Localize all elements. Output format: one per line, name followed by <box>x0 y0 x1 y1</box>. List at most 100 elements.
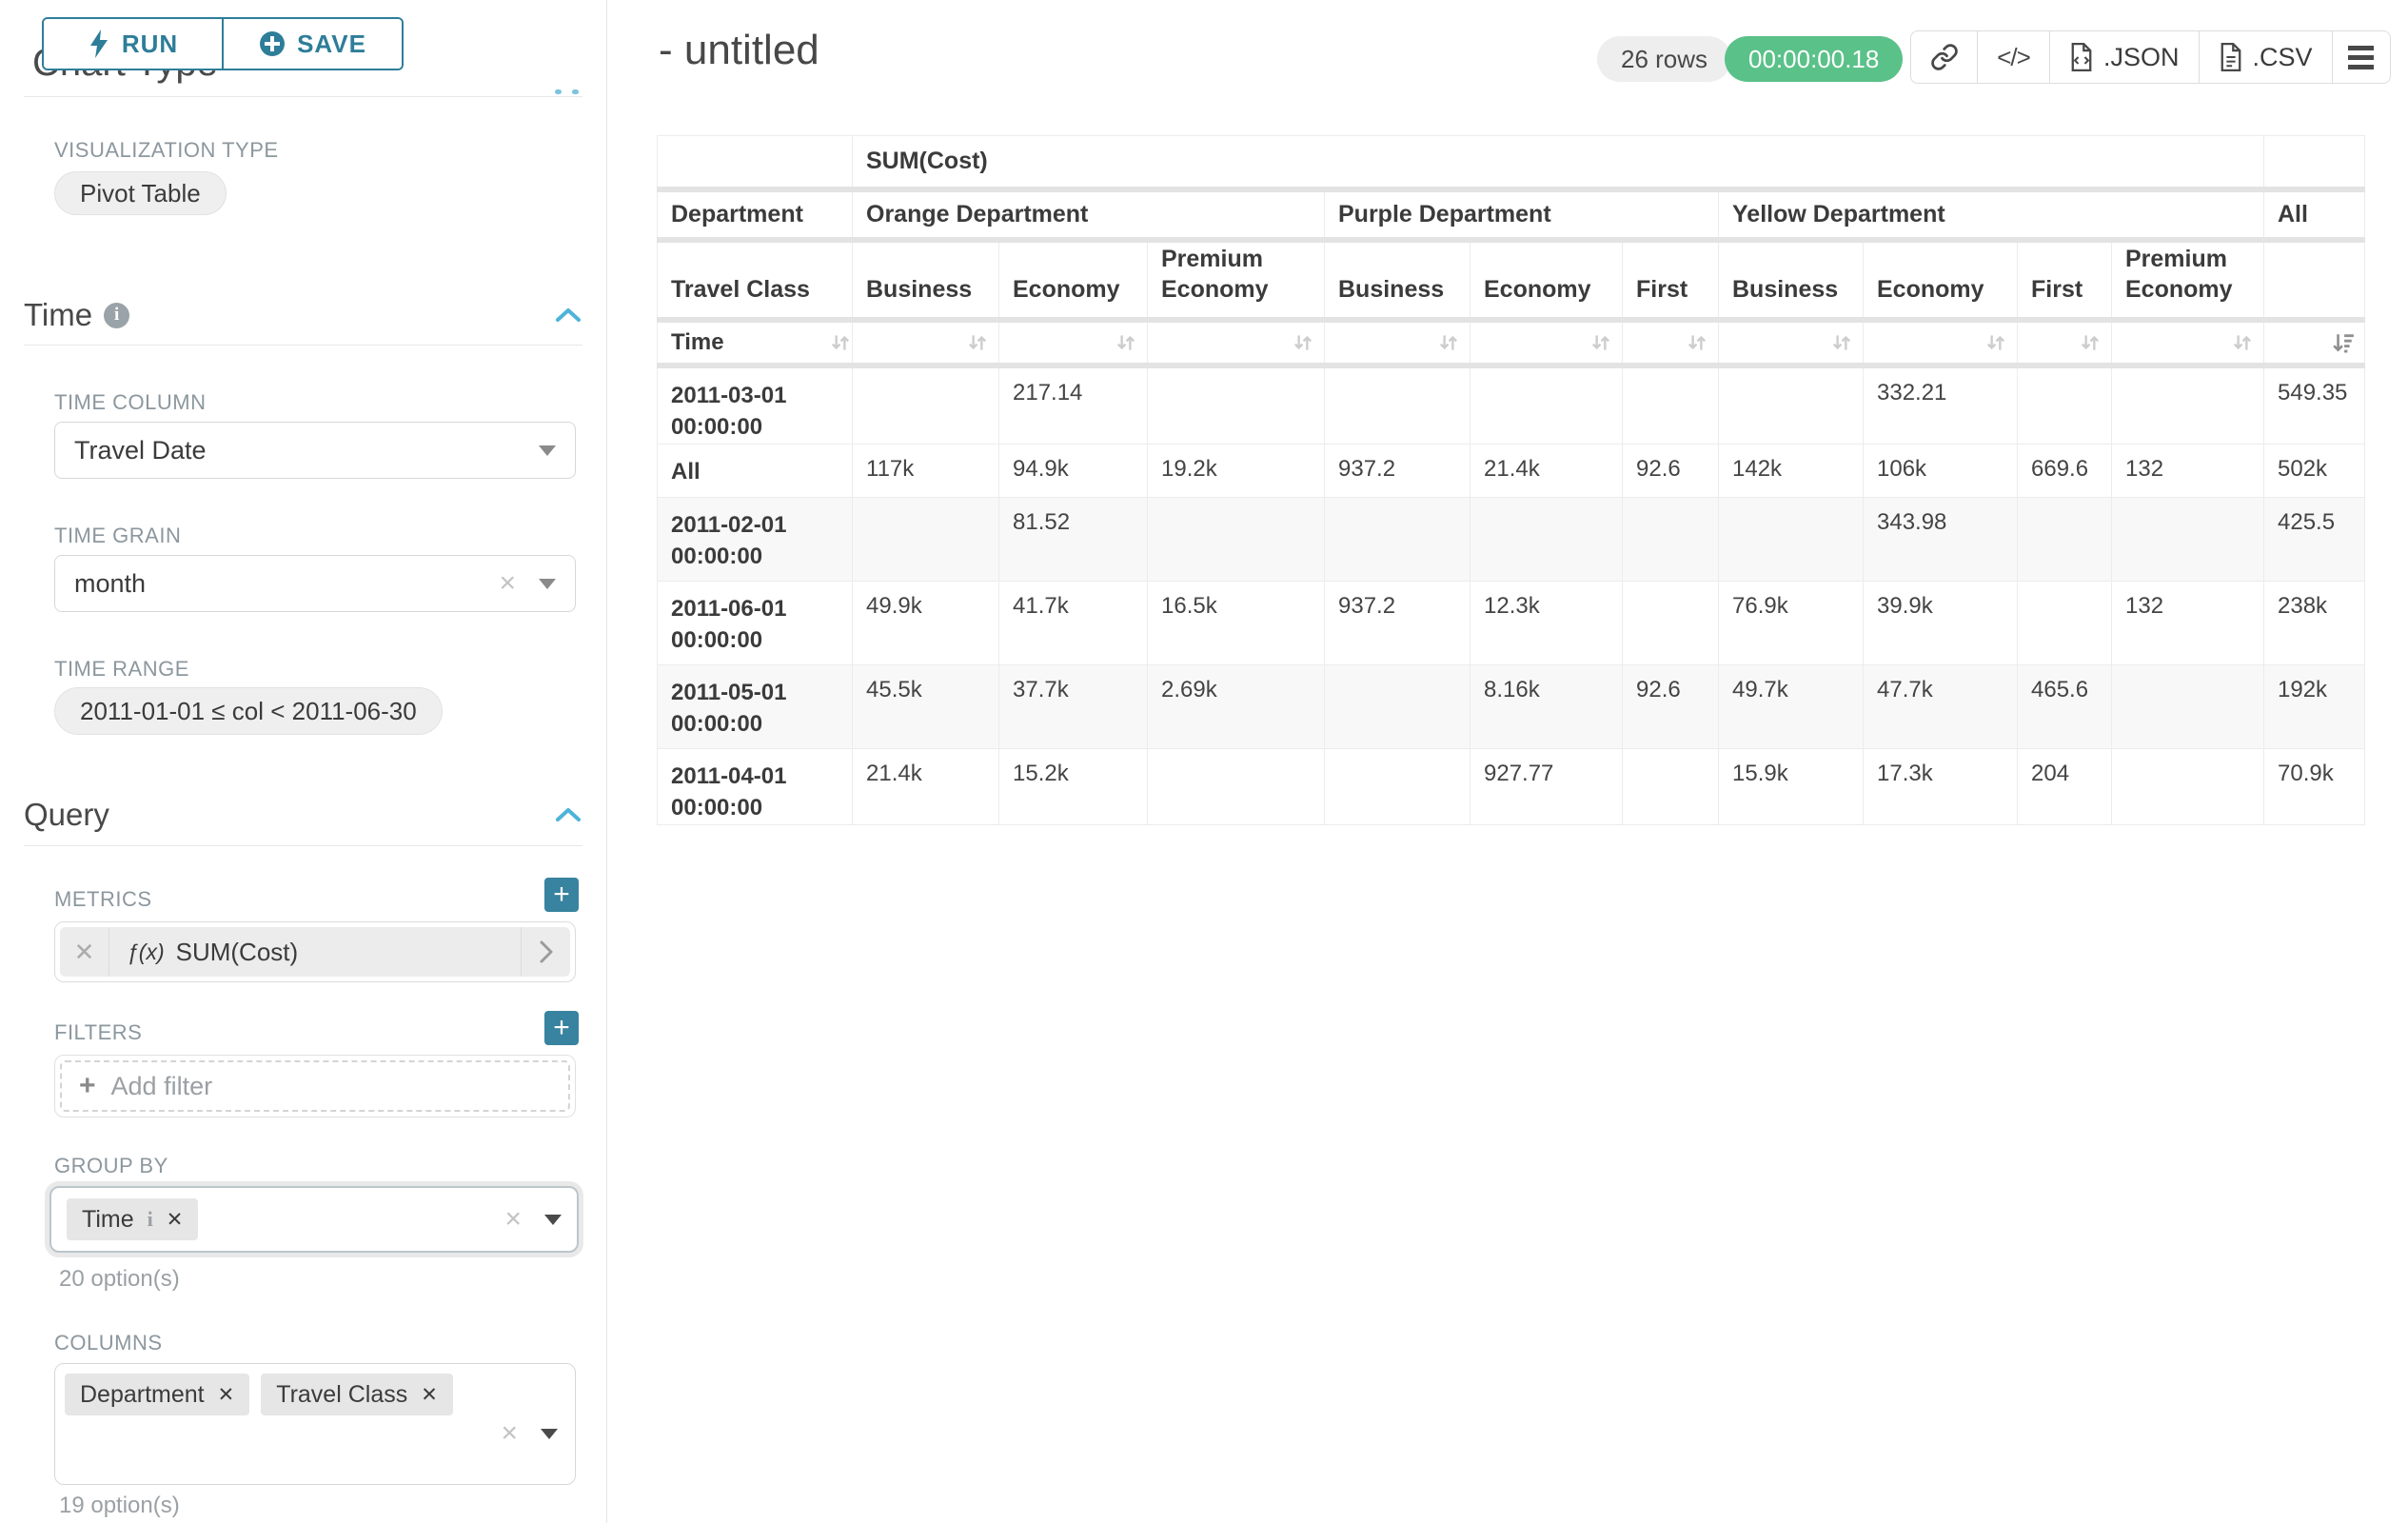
pivot-cell: 49.7k <box>1719 664 1864 748</box>
run-button-label: RUN <box>122 30 178 59</box>
sort-cell <box>2018 320 2112 366</box>
expand-metric-icon[interactable] <box>521 927 570 977</box>
columns-tag-label: Department <box>80 1381 205 1409</box>
pivot-cell: 132 <box>2112 581 2264 664</box>
collapse-chevron-icon[interactable] <box>554 306 582 325</box>
chevron-down-icon[interactable] <box>539 445 556 456</box>
remove-tag-icon[interactable]: ✕ <box>421 1383 438 1407</box>
query-section-header: Query <box>24 797 582 833</box>
sort-icon[interactable] <box>829 331 852 354</box>
add-filter-button[interactable]: + Add filter <box>60 1060 570 1112</box>
group-by-options-hint: 20 option(s) <box>59 1266 180 1293</box>
time-grain-value: month <box>74 569 146 599</box>
pivot-cell: 332.21 <box>1864 366 2018 445</box>
pivot-cell <box>2112 664 2264 748</box>
export-csv-button[interactable]: .CSV <box>2200 31 2333 83</box>
control-panel: Chart Type RUN SAVE VISUALIZATION TYPE P… <box>0 0 607 1523</box>
sort-icon[interactable] <box>1437 331 1460 354</box>
time-column-select[interactable]: Travel Date <box>54 422 576 479</box>
chart-title[interactable]: - untitled <box>659 27 819 74</box>
chevron-down-icon[interactable] <box>539 579 556 589</box>
visualization-type-pill[interactable]: Pivot Table <box>54 171 227 215</box>
table-row: 2011-04-01 00:00:00 21.4k 15.2k 927.77 1… <box>658 748 2365 824</box>
info-icon: i <box>148 1207 153 1232</box>
time-column-label: TIME COLUMN <box>54 390 207 415</box>
pivot-cell <box>1148 497 1325 581</box>
group-by-tag-label: Time <box>82 1206 134 1234</box>
pivot-cell: 8.16k <box>1470 664 1623 748</box>
pivot-cell: 15.2k <box>999 748 1148 824</box>
query-timer-badge: 00:00:00.18 <box>1725 36 1903 82</box>
plus-icon: + <box>79 1070 96 1102</box>
sort-icon[interactable] <box>1984 331 2007 354</box>
run-button[interactable]: RUN <box>44 19 224 69</box>
time-range-pill[interactable]: 2011-01-01 ≤ col < 2011-06-30 <box>54 687 443 735</box>
sort-icon[interactable] <box>1292 331 1314 354</box>
time-grain-label: TIME GRAIN <box>54 524 181 548</box>
class-header: First <box>1623 240 1719 320</box>
menu-button[interactable] <box>2333 31 2390 83</box>
pivot-cell: 343.98 <box>1864 497 2018 581</box>
columns-label: COLUMNS <box>54 1331 163 1355</box>
chevron-down-icon[interactable] <box>541 1429 558 1439</box>
remove-tag-icon[interactable]: ✕ <box>218 1383 235 1407</box>
sort-cell <box>1148 320 1325 366</box>
add-metric-button[interactable]: + <box>544 878 579 912</box>
pivot-cell <box>2018 497 2112 581</box>
sort-icon[interactable] <box>2079 331 2102 354</box>
sort-cell <box>2112 320 2264 366</box>
sort-icon[interactable] <box>1830 331 1853 354</box>
pivot-cell <box>2112 366 2264 445</box>
pivot-cell: 92.6 <box>1623 444 1719 497</box>
class-header: Economy <box>1470 240 1623 320</box>
class-header: Business <box>853 240 999 320</box>
clear-icon[interactable]: × <box>504 1205 522 1234</box>
pivot-cell: 927.77 <box>1470 748 1623 824</box>
add-filter-plus-button[interactable]: + <box>544 1011 579 1045</box>
group-by-select[interactable]: Time i ✕ × <box>49 1186 579 1253</box>
clear-icon[interactable]: × <box>501 1419 518 1448</box>
sort-descending-icon[interactable] <box>2332 331 2355 354</box>
clear-icon[interactable]: × <box>499 569 516 598</box>
save-button[interactable]: SAVE <box>224 19 402 69</box>
export-json-button[interactable]: .JSON <box>2050 31 2200 83</box>
file-icon <box>2219 43 2243 71</box>
sort-cell <box>1325 320 1470 366</box>
metrics-label: METRICS <box>54 887 152 912</box>
filters-box: + Add filter <box>54 1055 576 1118</box>
view-query-button[interactable]: </> <box>1978 31 2050 83</box>
pivot-cell <box>1623 581 1719 664</box>
group-header: Yellow Department <box>1719 189 2264 240</box>
share-link-button[interactable] <box>1911 31 1978 83</box>
pivot-cell: 937.2 <box>1325 444 1470 497</box>
sort-icon[interactable] <box>1115 331 1137 354</box>
metric-pill[interactable]: ✕ ƒ(x) SUM(Cost) <box>60 927 570 977</box>
sort-icon[interactable] <box>1686 331 1708 354</box>
group-header: Purple Department <box>1325 189 1719 240</box>
time-column-value: Travel Date <box>74 436 207 465</box>
pivot-cell <box>853 497 999 581</box>
pivot-cell: 76.9k <box>1719 581 1864 664</box>
remove-tag-icon[interactable]: ✕ <box>167 1208 184 1232</box>
sort-icon[interactable] <box>1589 331 1612 354</box>
chevron-down-icon[interactable] <box>544 1215 562 1225</box>
pivot-cell: 49.9k <box>853 581 999 664</box>
sort-icon[interactable] <box>966 331 989 354</box>
time-grain-select[interactable]: month × <box>54 555 576 612</box>
pivot-cell: 94.9k <box>999 444 1148 497</box>
travel-class-header-row: Travel Class Business Economy Premium Ec… <box>658 240 2365 320</box>
plus-circle-icon <box>259 30 286 57</box>
group-header: Orange Department <box>853 189 1325 240</box>
chart-type-chevron-fragment <box>555 89 562 94</box>
pivot-cell: 238k <box>2264 581 2365 664</box>
sort-cell <box>1864 320 2018 366</box>
export-json-label: .JSON <box>2103 43 2180 72</box>
columns-select[interactable]: Department ✕ Travel Class ✕ × <box>54 1363 576 1485</box>
remove-metric-icon[interactable]: ✕ <box>60 927 109 977</box>
pivot-cell <box>1148 366 1325 445</box>
metric-name: SUM(Cost) <box>176 938 299 967</box>
pivot-cell <box>1623 497 1719 581</box>
sort-icon[interactable] <box>2231 331 2254 354</box>
pivot-cell <box>2018 581 2112 664</box>
collapse-chevron-icon[interactable] <box>554 805 582 824</box>
